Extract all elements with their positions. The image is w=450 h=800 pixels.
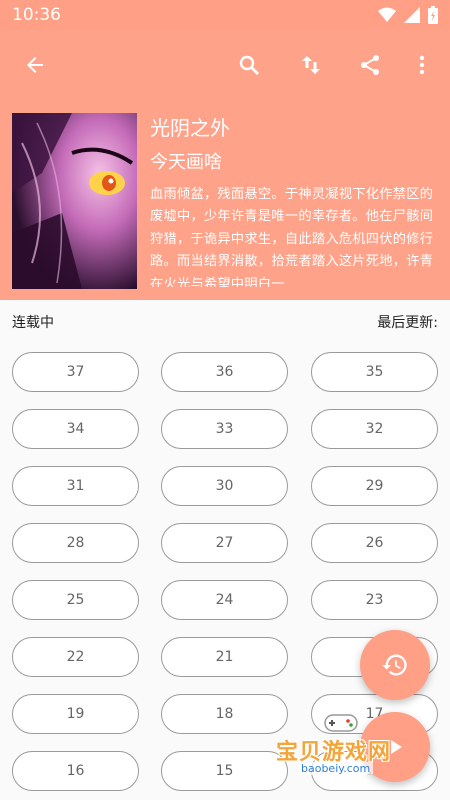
status-icons bbox=[378, 6, 438, 24]
chapter-chip[interactable]: 29 bbox=[311, 466, 438, 506]
last-update-label: 最后更新: bbox=[377, 315, 438, 331]
play-icon bbox=[391, 740, 402, 754]
comic-info: 光阴之外 今天画啥 血雨倾盆，残面悬空。于神灵凝视下化作禁区的废墟中，少年许青是… bbox=[150, 114, 440, 287]
chapter-chip[interactable]: 19 bbox=[12, 694, 139, 734]
search-button[interactable] bbox=[232, 48, 266, 82]
chapter-list-header: 连载中 最后更新: bbox=[0, 300, 450, 344]
chapter-chip[interactable]: 33 bbox=[161, 409, 288, 449]
wifi-icon bbox=[378, 7, 396, 22]
back-arrow-icon bbox=[27, 57, 43, 73]
chapter-chip[interactable]: 25 bbox=[12, 580, 139, 620]
serial-status: 连载中 bbox=[12, 315, 54, 331]
chapter-chip[interactable]: 36 bbox=[161, 352, 288, 392]
more-button[interactable] bbox=[405, 48, 439, 82]
chapter-chip[interactable]: 30 bbox=[161, 466, 288, 506]
history-icon bbox=[382, 654, 407, 676]
battery-icon bbox=[428, 6, 438, 24]
play-button[interactable] bbox=[360, 712, 430, 782]
chapter-chip[interactable]: 18 bbox=[161, 694, 288, 734]
chapter-chip[interactable]: 21 bbox=[161, 637, 288, 677]
comic-title: 光阴之外 bbox=[150, 116, 230, 140]
chapter-chip[interactable]: 24 bbox=[161, 580, 288, 620]
chapter-chip[interactable]: 23 bbox=[311, 580, 438, 620]
comic-header: 光阴之外 今天画啥 血雨倾盆，残面悬空。于神灵凝视下化作禁区的废墟中，少年许青是… bbox=[0, 30, 450, 300]
back-button[interactable] bbox=[18, 48, 52, 82]
comic-description: 血雨倾盆，残面悬空。于神灵凝视下化作禁区的废墟中，少年许青是唯一的幸存者。他在尸… bbox=[150, 187, 434, 287]
chapter-chip[interactable]: 31 bbox=[12, 466, 139, 506]
more-vert-icon bbox=[419, 55, 425, 75]
chapter-chip[interactable]: 32 bbox=[311, 409, 438, 449]
share-button[interactable] bbox=[353, 48, 387, 82]
share-icon bbox=[361, 55, 379, 75]
chapter-chip[interactable]: 26 bbox=[311, 523, 438, 563]
sort-button[interactable] bbox=[294, 48, 328, 82]
chapter-chip[interactable]: 28 bbox=[12, 523, 139, 563]
chapter-chip[interactable]: 35 bbox=[311, 352, 438, 392]
chapter-chip[interactable]: 22 bbox=[12, 637, 139, 677]
status-time: 10:36 bbox=[12, 5, 61, 25]
comic-cover bbox=[12, 113, 137, 289]
chapter-chip[interactable]: 27 bbox=[161, 523, 288, 563]
signal-icon bbox=[404, 7, 420, 23]
comic-author: 今天画啥 bbox=[150, 152, 222, 173]
chapter-chip[interactable]: 34 bbox=[12, 409, 139, 449]
sort-icon bbox=[302, 56, 320, 74]
history-button[interactable] bbox=[360, 630, 430, 700]
chapter-chip[interactable]: 16 bbox=[12, 751, 139, 791]
search-icon bbox=[239, 55, 259, 75]
chapter-chip[interactable]: 37 bbox=[12, 352, 139, 392]
toolbar bbox=[0, 30, 450, 100]
chapter-chip[interactable]: 15 bbox=[161, 751, 288, 791]
status-bar: 10:36 bbox=[0, 0, 450, 30]
